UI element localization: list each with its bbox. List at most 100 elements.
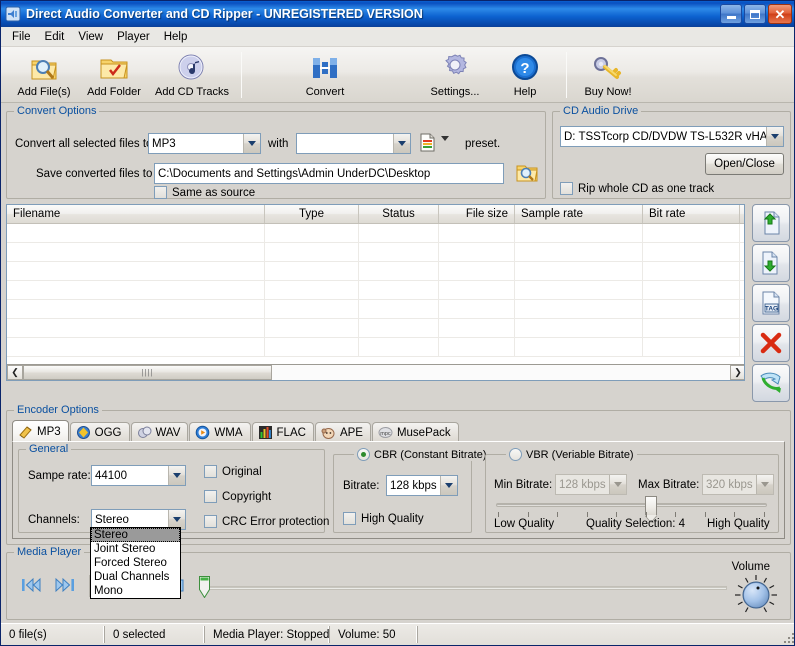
table-row[interactable] xyxy=(7,319,744,338)
tab-flac[interactable]: FLAC xyxy=(251,422,314,442)
table-row[interactable] xyxy=(7,338,744,357)
quality-slider-track[interactable] xyxy=(496,503,767,507)
column-header-status[interactable]: Status xyxy=(359,205,439,223)
preset-dropdown-arrow-icon[interactable] xyxy=(441,136,449,153)
file-list[interactable]: Filename Type Status File size Sample ra… xyxy=(6,204,745,381)
high-quality-checkbox[interactable] xyxy=(343,512,356,525)
menu-help[interactable]: Help xyxy=(157,29,195,45)
add-cd-tracks-button[interactable]: Add CD Tracks xyxy=(149,50,235,98)
open-close-button[interactable]: Open/Close xyxy=(705,153,784,175)
tab-wav[interactable]: WAV xyxy=(130,422,189,442)
tab-musepack-label: MusePack xyxy=(396,426,451,439)
previous-track-button[interactable] xyxy=(21,577,41,596)
chevron-down-icon xyxy=(756,475,773,494)
output-format-combo[interactable]: MP3 xyxy=(148,133,261,154)
move-up-button[interactable] xyxy=(752,204,790,242)
resize-grip[interactable] xyxy=(780,629,794,643)
ape-icon xyxy=(321,425,336,440)
minimize-button[interactable] xyxy=(720,4,742,24)
crc-error-protection-checkbox[interactable] xyxy=(204,515,217,528)
channels-option-forced-stereo[interactable]: Forced Stereo xyxy=(91,556,180,570)
next-track-button[interactable] xyxy=(55,577,75,596)
cbr-radio[interactable] xyxy=(357,448,370,461)
sample-rate-combo[interactable]: 44100 xyxy=(91,465,186,486)
channels-option-dual-channels[interactable]: Dual Channels xyxy=(91,570,180,584)
help-button[interactable]: ? Help xyxy=(490,50,560,98)
tab-mp3-label: MP3 xyxy=(37,425,61,438)
convert-button[interactable]: Convert xyxy=(290,50,360,98)
copyright-row[interactable]: Copyright xyxy=(204,490,271,503)
menu-view[interactable]: View xyxy=(71,29,110,45)
buy-now-button[interactable]: Buy Now! xyxy=(573,50,643,98)
status-player-state: Media Player: Stopped xyxy=(205,626,330,643)
edit-tag-button[interactable]: TAG xyxy=(752,284,790,322)
encoder-tabs: MP3 OGG WAV WMA FLAC APE mpc MusePack xyxy=(12,420,460,442)
remove-button[interactable] xyxy=(752,324,790,362)
file-list-hscrollbar[interactable]: ❮ |||| ❯ xyxy=(7,364,744,380)
vbr-legend-row[interactable]: VBR (Veriable Bitrate) xyxy=(506,448,637,461)
add-folder-icon xyxy=(98,52,130,84)
table-row[interactable] xyxy=(7,224,744,243)
column-header-bit-rate[interactable]: Bit rate xyxy=(643,205,740,223)
column-header-type[interactable]: Type xyxy=(265,205,359,223)
tab-musepack[interactable]: mpc MusePack xyxy=(371,422,459,442)
column-header-file-size[interactable]: File size xyxy=(439,205,515,223)
add-files-button[interactable]: Add File(s) xyxy=(9,50,79,98)
preset-list-icon[interactable] xyxy=(419,133,436,152)
vbr-radio[interactable] xyxy=(509,448,522,461)
maximize-button[interactable] xyxy=(744,4,766,24)
rip-whole-cd-checkbox[interactable] xyxy=(560,182,573,195)
bitrate-combo[interactable]: 128 kbps xyxy=(386,475,458,496)
move-down-button[interactable] xyxy=(752,244,790,282)
output-format-value: MP3 xyxy=(152,137,176,150)
table-row[interactable] xyxy=(7,300,744,319)
cd-drive-combo[interactable]: D: TSSTcorp CD/DVDW TS-L532R vHAC0 xyxy=(560,126,784,147)
rip-whole-cd-label: Rip whole CD as one track xyxy=(578,182,715,195)
output-path-input[interactable]: C:\Documents and Settings\Admin UnderDC\… xyxy=(154,163,504,184)
channels-option-stereo[interactable]: Stereo xyxy=(91,528,180,542)
tab-ape[interactable]: APE xyxy=(314,422,371,442)
column-header-sample-rate[interactable]: Sample rate xyxy=(515,205,643,223)
menu-file[interactable]: File xyxy=(5,29,38,45)
channels-option-mono[interactable]: Mono xyxy=(91,584,180,598)
add-folder-button[interactable]: Add Folder xyxy=(79,50,149,98)
column-header-filename[interactable]: Filename xyxy=(7,205,265,223)
rip-whole-cd-row[interactable]: Rip whole CD as one track xyxy=(560,182,714,195)
seek-bar-track[interactable] xyxy=(208,586,727,590)
tab-ogg[interactable]: OGG xyxy=(69,422,130,442)
menu-player[interactable]: Player xyxy=(110,29,157,45)
same-as-source-checkbox[interactable] xyxy=(154,186,167,199)
volume-knob[interactable] xyxy=(733,574,779,616)
same-as-source-row[interactable]: Same as source xyxy=(154,186,255,199)
table-row[interactable] xyxy=(7,281,744,300)
quality-slider-ticks xyxy=(498,512,765,517)
seek-bar-thumb[interactable] xyxy=(199,576,210,599)
high-quality-row[interactable]: High Quality xyxy=(343,512,424,525)
tab-wma[interactable]: WMA xyxy=(189,422,251,442)
channels-option-joint-stereo[interactable]: Joint Stereo xyxy=(91,542,180,556)
browse-folder-icon[interactable] xyxy=(515,162,539,184)
hscrollbar-track[interactable] xyxy=(272,365,730,380)
tab-mp3[interactable]: MP3 xyxy=(12,420,69,442)
crc-error-protection-row[interactable]: CRC Error protection xyxy=(204,515,329,528)
menu-edit[interactable]: Edit xyxy=(38,29,72,45)
help-icon: ? xyxy=(509,52,541,84)
table-row[interactable] xyxy=(7,243,744,262)
refresh-button[interactable] xyxy=(752,364,790,402)
min-bitrate-combo[interactable]: 128 kbps xyxy=(555,474,627,495)
cbr-legend-row[interactable]: CBR (Constant Bitrate) xyxy=(354,448,490,461)
original-checkbox[interactable] xyxy=(204,465,217,478)
table-row[interactable] xyxy=(7,262,744,281)
hscrollbar-thumb[interactable]: |||| xyxy=(23,365,272,380)
output-path-value: C:\Documents and Settings\Admin UnderDC\… xyxy=(158,167,431,180)
copyright-checkbox[interactable] xyxy=(204,490,217,503)
preset-combo[interactable] xyxy=(296,133,411,154)
close-button[interactable]: ✕ xyxy=(768,4,792,24)
original-row[interactable]: Original xyxy=(204,465,262,478)
settings-button[interactable]: Settings... xyxy=(420,50,490,98)
channels-dropdown-popup[interactable]: Stereo Joint Stereo Forced Stereo Dual C… xyxy=(90,527,181,599)
max-bitrate-combo[interactable]: 320 kbps xyxy=(702,474,774,495)
file-list-body[interactable] xyxy=(7,224,744,363)
chevron-left-icon[interactable]: ❮ xyxy=(7,365,23,380)
chevron-right-icon[interactable]: ❯ xyxy=(730,365,744,380)
